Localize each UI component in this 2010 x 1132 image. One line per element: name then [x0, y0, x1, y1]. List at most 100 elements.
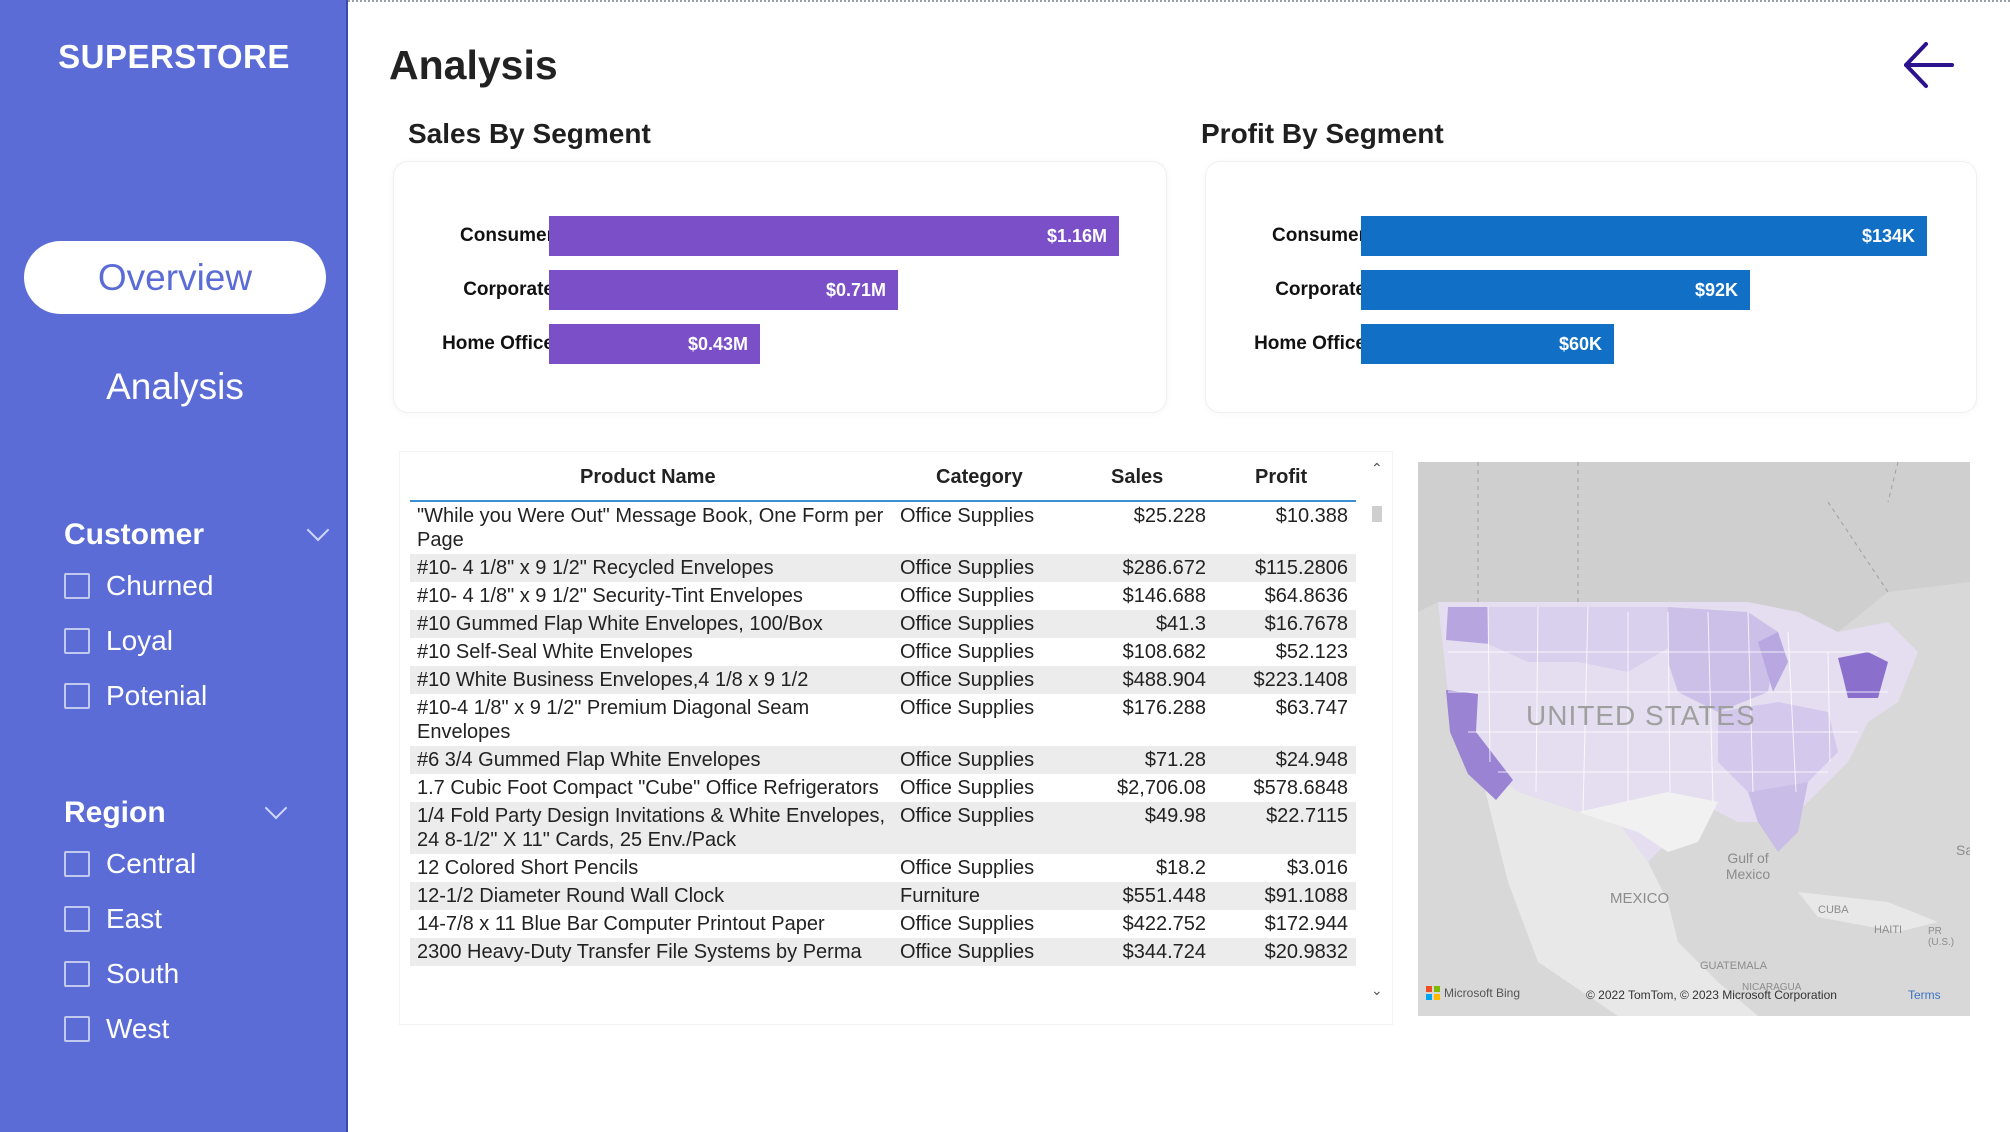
- brand-title: SUPERSTORE: [58, 38, 290, 75]
- bar-corporate[interactable]: $0.71M: [549, 270, 898, 310]
- bar-home-office[interactable]: $0.43M: [549, 324, 760, 364]
- checkbox-icon[interactable]: [64, 851, 90, 877]
- checkbox-icon[interactable]: [64, 573, 90, 599]
- cell-profit: $64.8636: [1264, 585, 1348, 607]
- table-row[interactable]: #10- 4 1/8" x 9 1/2" Security-Tint Envel…: [410, 582, 1356, 610]
- scroll-up-icon[interactable]: ⌃: [1371, 460, 1383, 477]
- back-arrow-icon[interactable]: [1900, 40, 1956, 90]
- table-row[interactable]: #10 White Business Envelopes,4 1/8 x 9 1…: [410, 666, 1356, 694]
- cell-product-name: 2300 Heavy-Duty Transfer File Systems by…: [417, 941, 862, 963]
- bar-data-label: $0.71M: [825, 280, 886, 300]
- region-option-label: East: [106, 903, 163, 934]
- bar-data-label: $0.43M: [687, 334, 748, 354]
- region-option-label: South: [106, 958, 180, 989]
- column-header-profit[interactable]: Profit: [1255, 462, 1307, 492]
- region-option[interactable]: West: [64, 1009, 169, 1049]
- customer-option[interactable]: Potenial: [64, 676, 207, 716]
- customer-option-label: Loyal: [106, 625, 173, 656]
- cell-sales: $422.752: [1122, 913, 1206, 935]
- cell-sales: $108.682: [1122, 641, 1206, 663]
- column-header-category[interactable]: Category: [936, 462, 1023, 492]
- cell-category: Office Supplies: [900, 697, 1035, 719]
- table-row[interactable]: 2300 Heavy-Duty Transfer File Systems by…: [410, 938, 1356, 966]
- us-map[interactable]: UNITED STATES MEXICO Gulf of Mexico CUBA…: [1418, 462, 1970, 1016]
- table-row[interactable]: #10-4 1/8" x 9 1/2" Premium Diagonal Sea…: [410, 694, 1356, 746]
- table-row[interactable]: #10- 4 1/8" x 9 1/2" Recycled Envelopes O…: [410, 554, 1356, 582]
- bar-data-label: $134K: [1861, 226, 1915, 246]
- cell-category: Office Supplies: [900, 557, 1035, 579]
- bar-data-label: $60K: [1558, 334, 1602, 354]
- table-row[interactable]: 12-1/2 Diameter Round Wall Clock Furnitur…: [410, 882, 1356, 910]
- microsoft-logo-icon: [1426, 986, 1440, 1000]
- customer-option[interactable]: Churned: [64, 566, 213, 606]
- customer-slicer-chevron-icon[interactable]: [306, 518, 330, 542]
- cell-sales: $551.448: [1122, 885, 1206, 907]
- nav-analysis-button[interactable]: Analysis: [24, 350, 326, 423]
- column-header-sales[interactable]: Sales: [1111, 462, 1163, 492]
- cell-product-name: 12-1/2 Diameter Round Wall Clock: [417, 885, 725, 907]
- cell-product-name: #10-4 1/8" x 9 1/2" Premium Diagonal Sea…: [417, 697, 810, 743]
- scroll-down-icon[interactable]: ⌄: [1371, 982, 1383, 999]
- map-label-cuba: CUBA: [1818, 904, 1849, 916]
- cell-category: Office Supplies: [900, 585, 1035, 607]
- cell-category: Office Supplies: [900, 669, 1035, 691]
- cell-sales: $41.3: [1155, 613, 1206, 635]
- bar-category-label: Corporate: [463, 279, 554, 300]
- bar-consumer[interactable]: $1.16M: [549, 216, 1119, 256]
- nav-overview-button[interactable]: Overview: [24, 241, 326, 314]
- bar-category-label: Home Office: [442, 333, 554, 354]
- checkbox-icon[interactable]: [64, 683, 90, 709]
- cell-category: Office Supplies: [900, 857, 1035, 879]
- cell-profit: $24.948: [1275, 749, 1348, 771]
- checkbox-icon[interactable]: [64, 1016, 90, 1042]
- table-row[interactable]: #10 Self-Seal White Envelopes Office Supp…: [410, 638, 1356, 666]
- map-label-haiti: HAITI: [1874, 924, 1903, 936]
- region-option[interactable]: South: [64, 954, 179, 994]
- region-option[interactable]: East: [64, 899, 162, 939]
- bar-corporate[interactable]: $92K: [1361, 270, 1750, 310]
- table-scrollbar[interactable]: ⌃ ⌄: [1368, 460, 1386, 1006]
- table-row[interactable]: #6 3/4 Gummed Flap White Envelopes Office…: [410, 746, 1356, 774]
- cell-sales: $2,706.08: [1117, 777, 1206, 799]
- scroll-thumb[interactable]: [1372, 506, 1382, 522]
- cell-sales: $344.724: [1122, 941, 1206, 963]
- table-row[interactable]: 12 Colored Short Pencils Office Supplies $…: [410, 854, 1356, 882]
- column-header-product-name[interactable]: Product Name: [580, 462, 716, 492]
- region-option[interactable]: Central: [64, 844, 196, 884]
- cell-profit: $10.388: [1275, 505, 1348, 527]
- region-slicer-chevron-icon[interactable]: [264, 796, 288, 820]
- cell-profit: $115.2806: [1254, 557, 1348, 579]
- cell-product-name: 1/4 Fold Party Design Invitations & Whit…: [417, 805, 886, 851]
- top-dotted-border: [348, 0, 2010, 2]
- cell-product-name: "While you Were Out" Message Book, One F…: [417, 505, 884, 551]
- cell-sales: $25.228: [1133, 505, 1206, 527]
- customer-option[interactable]: Loyal: [64, 621, 173, 661]
- table-row[interactable]: 14-7/8 x 11 Blue Bar Computer Printout P…: [410, 910, 1356, 938]
- checkbox-icon[interactable]: [64, 961, 90, 987]
- bar-home-office[interactable]: $60K: [1361, 324, 1614, 364]
- cell-sales: $18.2: [1155, 857, 1206, 879]
- customer-option-label: Churned: [106, 570, 214, 601]
- map-label-us: UNITED STATES: [1526, 700, 1756, 731]
- bar-consumer[interactable]: $134K: [1361, 216, 1927, 256]
- cell-sales: $71.28: [1144, 749, 1206, 771]
- checkbox-icon[interactable]: [64, 628, 90, 654]
- table-row[interactable]: "While you Were Out" Message Book, One F…: [410, 502, 1356, 554]
- map-terms-link[interactable]: Terms: [1908, 988, 1941, 1002]
- cell-profit: $91.1088: [1264, 885, 1348, 907]
- customer-option-label: Potenial: [106, 680, 208, 711]
- checkbox-icon[interactable]: [64, 906, 90, 932]
- cell-profit: $20.9832: [1264, 941, 1348, 963]
- cell-profit: $578.6848: [1253, 777, 1348, 799]
- table-row[interactable]: 1.7 Cubic Foot Compact "Cube" Office Ref…: [410, 774, 1356, 802]
- map-label-pr: PR (U.S.): [1928, 926, 1955, 948]
- cell-category: Office Supplies: [900, 641, 1035, 663]
- cell-category: Office Supplies: [900, 613, 1035, 635]
- bing-text: Microsoft Bing: [1444, 986, 1521, 1000]
- profit-chart-title: Profit By Segment: [1201, 118, 1444, 149]
- bar-data-label: $1.16M: [1046, 226, 1107, 246]
- cell-profit: $223.1408: [1253, 669, 1348, 691]
- table-row[interactable]: #10 Gummed Flap White Envelopes, 100/Box…: [410, 610, 1356, 638]
- cell-product-name: #10- 4 1/8" x 9 1/2" Security-Tint Envel…: [417, 585, 803, 607]
- table-row[interactable]: 1/4 Fold Party Design Invitations & Whit…: [410, 802, 1356, 854]
